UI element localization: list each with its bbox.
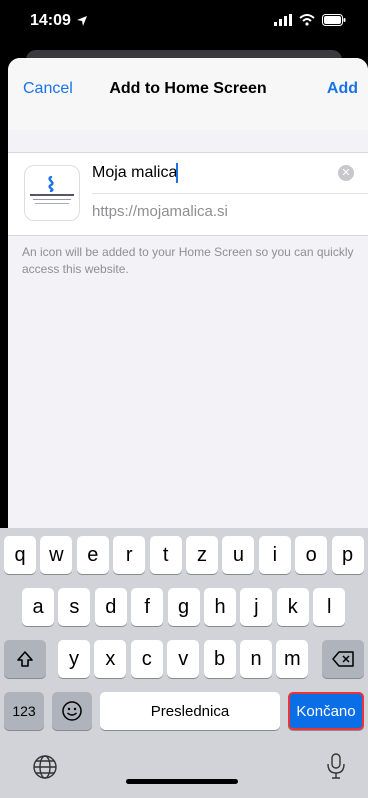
battery-icon <box>322 14 346 26</box>
site-logo-icon <box>48 176 54 192</box>
key-c[interactable]: c <box>130 640 163 678</box>
key-l[interactable]: l <box>313 588 346 626</box>
status-icons <box>274 14 346 26</box>
done-key[interactable]: Končano <box>288 692 364 730</box>
signal-icon <box>274 14 292 26</box>
space-key[interactable]: Preslednica <box>100 692 280 730</box>
sheet-title: Add to Home Screen <box>109 80 267 97</box>
key-o[interactable]: o <box>295 536 328 574</box>
field-separator <box>92 193 368 194</box>
key-d[interactable]: d <box>94 588 127 626</box>
numbers-key[interactable]: 123 <box>4 692 44 730</box>
location-arrow-icon <box>76 16 87 26</box>
globe-icon[interactable] <box>32 754 58 780</box>
key-g[interactable]: g <box>167 588 200 626</box>
key-i[interactable]: i <box>258 536 291 574</box>
status-bar: 14:09 <box>0 0 368 44</box>
key-y[interactable]: y <box>58 640 90 678</box>
key-w[interactable]: w <box>40 536 73 574</box>
hint-text: An icon will be added to your Home Scree… <box>22 245 354 276</box>
shift-icon <box>17 651 33 667</box>
wifi-icon <box>299 14 315 26</box>
shift-key[interactable] <box>4 640 46 678</box>
bookmark-card: ✕ https://mojamalica.si <box>8 152 368 236</box>
key-m[interactable]: m <box>276 640 309 678</box>
site-icon-text-line <box>35 203 69 204</box>
key-q[interactable]: q <box>4 536 36 574</box>
key-r[interactable]: r <box>113 536 146 574</box>
key-v[interactable]: v <box>167 640 200 678</box>
name-input[interactable] <box>92 157 342 189</box>
key-x[interactable]: x <box>94 640 127 678</box>
microphone-icon[interactable] <box>326 752 346 780</box>
key-e[interactable]: e <box>76 536 109 574</box>
home-indicator <box>126 779 238 784</box>
add-button[interactable]: Add <box>327 80 358 98</box>
backspace-key[interactable] <box>322 640 364 678</box>
emoji-icon <box>62 701 82 721</box>
key-k[interactable]: k <box>276 588 309 626</box>
text-caret <box>176 163 178 183</box>
site-icon-text-line <box>30 194 74 196</box>
key-t[interactable]: t <box>149 536 182 574</box>
key-b[interactable]: b <box>203 640 236 678</box>
keyboard: 123 Preslednica Končano qwertzuiop asdfgh… <box>0 528 368 798</box>
nav-bar: Cancel Add to Home Screen Add <box>8 58 368 130</box>
time-label: 14:09 <box>30 12 71 29</box>
key-n[interactable]: n <box>240 640 272 678</box>
key-h[interactable]: h <box>204 588 236 626</box>
site-icon-preview <box>24 165 80 221</box>
status-time: 14:09 <box>30 12 88 30</box>
key-a[interactable]: a <box>22 588 54 626</box>
emoji-key[interactable] <box>52 692 92 730</box>
key-z[interactable]: z <box>186 536 218 574</box>
key-s[interactable]: s <box>58 588 91 626</box>
key-u[interactable]: u <box>222 536 255 574</box>
clear-icon[interactable]: ✕ <box>338 165 354 181</box>
key-j[interactable]: j <box>240 588 273 626</box>
key-f[interactable]: f <box>131 588 164 626</box>
key-p[interactable]: p <box>331 536 364 574</box>
backspace-icon <box>332 651 354 667</box>
url-label: https://mojamalica.si <box>92 203 228 220</box>
site-icon-text-line <box>33 199 71 200</box>
